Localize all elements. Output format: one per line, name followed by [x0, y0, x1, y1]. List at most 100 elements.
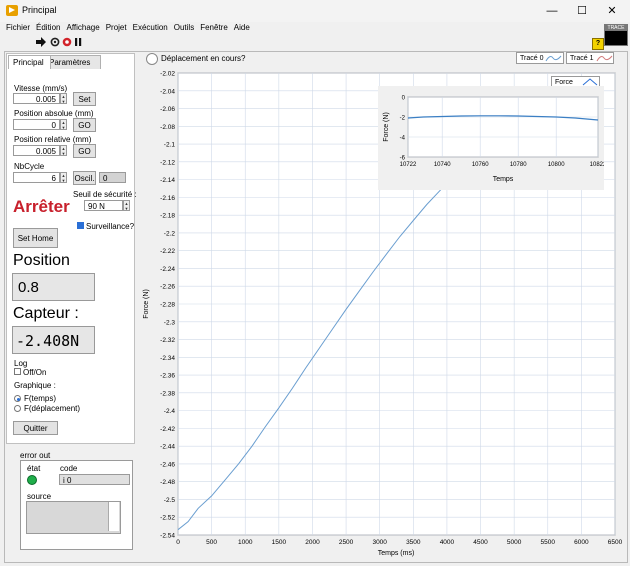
arreter-button[interactable]: Arrêter [13, 197, 70, 217]
y-tick-label: -2.16 [160, 195, 175, 202]
error-code-label: code [60, 464, 78, 473]
set-home-button[interactable]: Set Home [13, 228, 58, 248]
y-tick-label: -2 [400, 116, 406, 122]
error-source-scrollbar[interactable] [108, 502, 119, 531]
y-tick-label: -2.14 [160, 177, 175, 184]
y-tick-label: -2.5 [164, 497, 176, 504]
warning-icon[interactable]: ? [592, 38, 604, 50]
radio-deplacement-label: F(déplacement) [24, 404, 81, 413]
x-tick-label: 10822 [590, 162, 604, 168]
menu-execution[interactable]: Exécution [133, 22, 168, 34]
error-source-field [26, 501, 121, 534]
x-tick-label: 6500 [608, 539, 623, 546]
surveillance-checkbox[interactable] [77, 222, 84, 229]
x-tick-label: 10722 [400, 162, 417, 168]
y-tick-label: -2.24 [160, 266, 175, 273]
error-out-title: error out [20, 451, 51, 460]
go-abs-button[interactable]: GO [73, 118, 96, 132]
seuil-input[interactable]: 90 N [84, 200, 123, 211]
x-tick-label: 10760 [472, 162, 489, 168]
force-inset-chart: 0-2-4-6 107221074010760107801080010822 T… [378, 86, 604, 190]
inset-x-axis-label: Temps [493, 176, 514, 183]
legend-trace1-label: Tracé 1 [570, 55, 594, 62]
nbcycle-input[interactable]: 6 [13, 172, 60, 183]
y-tick-label: -2.28 [160, 302, 175, 309]
radio-temps-label: F(temps) [24, 394, 56, 403]
menu-outils[interactable]: Outils [174, 22, 194, 34]
menu-aide[interactable]: Aide [234, 22, 250, 34]
y-tick-label: -2.1 [164, 142, 176, 149]
log-toggle-label: Off/On [23, 368, 47, 377]
seuil-label: Seuil de sécurité : [73, 190, 137, 199]
menu-bar: Fichier Édition Affichage Projet Exécution Ou… [0, 22, 630, 34]
vitesse-input[interactable]: 0.005 [13, 93, 60, 104]
menu-projet[interactable]: Projet [106, 22, 127, 34]
x-tick-label: 6000 [574, 539, 589, 546]
legend-trace1-swatch [596, 55, 613, 62]
x-tick-label: 10780 [510, 162, 527, 168]
x-tick-label: 1000 [238, 539, 253, 546]
legend-trace0-swatch [545, 55, 562, 62]
x-tick-label: 1500 [272, 539, 287, 546]
y-tick-label: -2.4 [164, 408, 176, 415]
y-tick-label: -6 [400, 156, 406, 162]
vitesse-label: Vitesse (mm/s) [14, 84, 68, 93]
x-tick-label: 10740 [434, 162, 451, 168]
deplacement-label: Déplacement en cours? [161, 54, 246, 63]
capteur-label: Capteur : [13, 305, 79, 322]
legend-trace0-label: Tracé 0 [520, 55, 544, 62]
seuil-stepper[interactable]: ▲ ▼ [123, 200, 130, 211]
minimize-button[interactable]: — [538, 3, 566, 19]
set-button[interactable]: Set [73, 92, 96, 106]
menu-fenetre[interactable]: Fenêtre [200, 22, 228, 34]
y-tick-label: -2.22 [160, 248, 175, 255]
y-tick-label: -2.42 [160, 426, 175, 433]
vitesse-stepper[interactable]: ▲ ▼ [60, 93, 67, 104]
oscil-button[interactable]: Oscil. [73, 171, 96, 185]
pos-abs-input[interactable]: 0 [13, 119, 60, 130]
tab-parametres[interactable]: Paramètres [44, 55, 101, 69]
y-tick-label: -2.06 [160, 106, 175, 113]
pos-rel-stepper[interactable]: ▲ ▼ [60, 145, 67, 156]
nbcycle-label: NbCycle [14, 162, 45, 171]
vi-icon-badge: TRACE [604, 24, 628, 46]
go-rel-button[interactable]: GO [73, 144, 96, 158]
log-label: Log [14, 359, 28, 368]
nbcycle-stepper[interactable]: ▲ ▼ [60, 172, 67, 183]
title-bar [0, 0, 630, 22]
menu-edition[interactable]: Édition [36, 22, 60, 34]
menu-fichier[interactable]: Fichier [6, 22, 30, 34]
y-tick-label: -2.2 [164, 230, 176, 237]
x-tick-label: 500 [206, 539, 217, 546]
pos-abs-stepper[interactable]: ▲ ▼ [60, 119, 67, 130]
run-arrow-icon[interactable] [36, 37, 46, 47]
position-indicator: 0.8 [12, 273, 95, 301]
x-tick-label: 3000 [372, 539, 387, 546]
pos-rel-input[interactable]: 0.005 [13, 145, 60, 156]
y-tick-label: -2.02 [160, 71, 175, 78]
x-tick-label: 10800 [548, 162, 565, 168]
radio-deplacement[interactable] [14, 405, 21, 412]
y-tick-label: -2.48 [160, 479, 175, 486]
y-tick-label: -4 [400, 136, 406, 142]
x-tick-label: 0 [176, 539, 180, 546]
oscil-indicator: 0 [99, 172, 126, 183]
pos-abs-label: Position absolue (mm) [14, 109, 94, 118]
error-status-label: état [27, 464, 41, 473]
close-button[interactable]: ✕ [598, 3, 626, 19]
log-toggle-checkbox[interactable] [14, 368, 21, 375]
quitter-button[interactable]: Quitter [13, 421, 58, 435]
error-source-label: source [27, 492, 52, 501]
run-continuous-icon[interactable] [50, 37, 60, 47]
y-tick-label: -2.34 [160, 355, 175, 362]
main-y-axis-label: Force (N) [143, 289, 150, 319]
radio-temps[interactable] [14, 395, 21, 402]
tab-principal[interactable]: Principal [8, 55, 51, 69]
x-tick-label: 4000 [440, 539, 455, 546]
maximize-button[interactable]: ☐ [568, 3, 596, 19]
y-tick-label: -2.08 [160, 124, 175, 131]
y-tick-label: -2.36 [160, 373, 175, 380]
abort-stop-icon[interactable] [62, 37, 72, 47]
pause-icon[interactable] [75, 38, 82, 46]
menu-affichage[interactable]: Affichage [66, 22, 99, 34]
